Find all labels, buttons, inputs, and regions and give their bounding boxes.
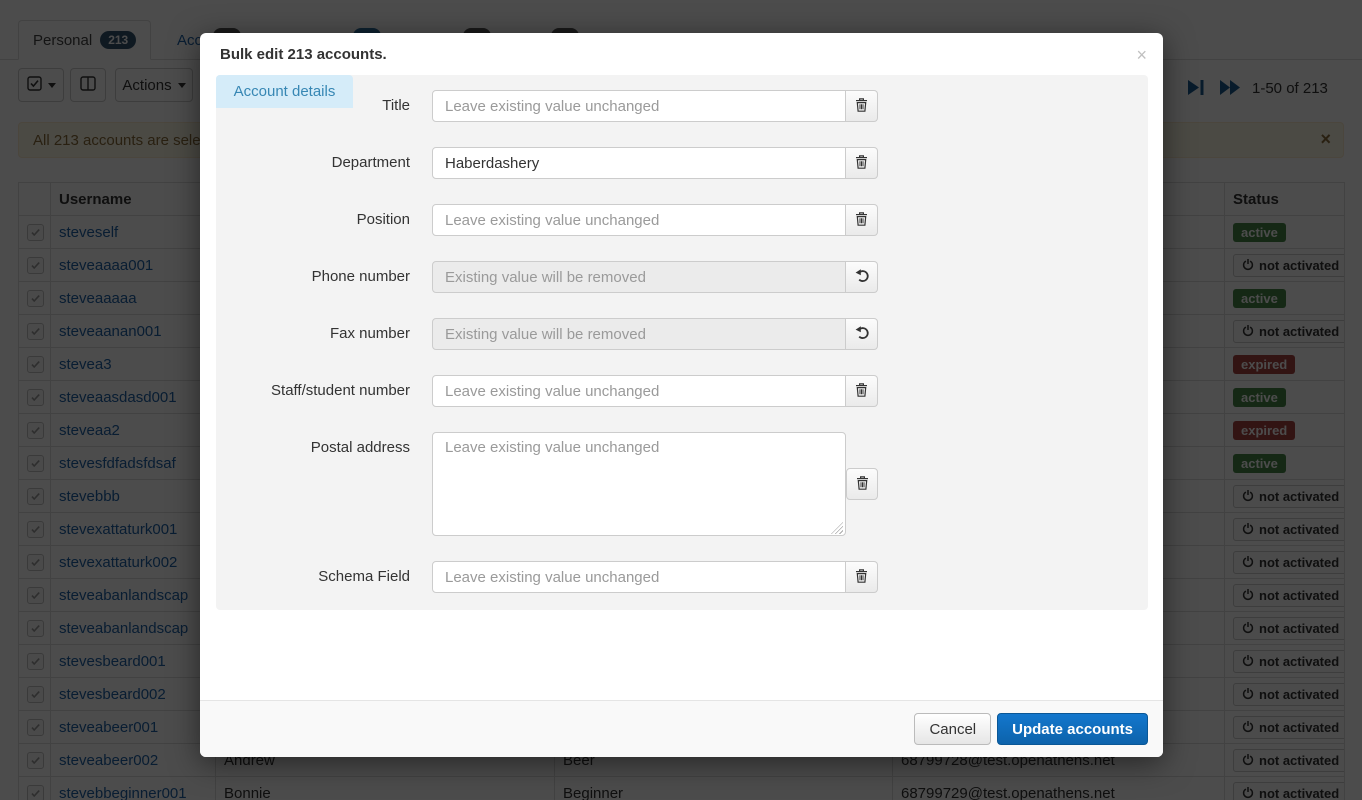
field-label: Schema Field (216, 561, 410, 593)
fax-number-input[interactable] (432, 318, 846, 350)
field-label: Phone number (216, 261, 410, 293)
clear-value-button[interactable] (846, 561, 878, 593)
schema-field-input[interactable] (432, 561, 846, 593)
bulk-edit-form: Title Department Position Phone number Fax n… (216, 90, 1148, 618)
field-label: Department (216, 147, 410, 179)
field-label: Position (216, 204, 410, 236)
modal-title: Bulk edit 213 accounts. (220, 46, 387, 63)
trash-icon (854, 568, 869, 587)
restore-value-button[interactable] (846, 318, 878, 350)
form-row: Position (216, 204, 1148, 236)
clear-value-button[interactable] (846, 375, 878, 407)
modal-header: Bulk edit 213 accounts. × (200, 33, 1163, 75)
form-row: Title (216, 90, 1148, 122)
account-details-panel: Account details TitleDepartmentPositionP… (216, 75, 1148, 610)
clear-value-button[interactable] (846, 147, 878, 179)
trash-icon (855, 475, 870, 494)
form-row: Staff/student number (216, 375, 1148, 407)
department-input[interactable] (432, 147, 846, 179)
modal-footer: Cancel Update accounts (200, 700, 1163, 757)
form-row: Schema Field (216, 561, 1148, 593)
form-row: Fax number (216, 318, 1148, 350)
trash-icon (854, 382, 869, 401)
clear-value-button[interactable] (846, 204, 878, 236)
staff-student-number-input[interactable] (432, 375, 846, 407)
trash-icon (854, 154, 869, 173)
field-label: Fax number (216, 318, 410, 350)
undo-icon (854, 268, 870, 287)
undo-icon (854, 325, 870, 344)
phone-number-input[interactable] (432, 261, 846, 293)
trash-icon (854, 211, 869, 230)
field-label: Title (216, 90, 410, 122)
close-icon[interactable]: × (1136, 43, 1147, 68)
title-input[interactable] (432, 90, 846, 122)
app-root: Personal 213 Acc Actions (0, 0, 1362, 800)
form-row: Department (216, 147, 1148, 179)
position-input[interactable] (432, 204, 846, 236)
field-label: Postal address (216, 432, 410, 536)
field-label: Staff/student number (216, 375, 410, 407)
postal-address-textarea[interactable] (432, 432, 846, 536)
restore-value-button[interactable] (846, 261, 878, 293)
form-row: Postal address (216, 432, 1148, 536)
cancel-button[interactable]: Cancel (914, 713, 991, 745)
bulk-edit-modal: Bulk edit 213 accounts. × Account detail… (200, 33, 1163, 757)
update-accounts-button[interactable]: Update accounts (997, 713, 1148, 745)
trash-icon (854, 97, 869, 116)
clear-value-button[interactable] (846, 468, 878, 500)
clear-value-button[interactable] (846, 90, 878, 122)
form-row: Phone number (216, 261, 1148, 293)
